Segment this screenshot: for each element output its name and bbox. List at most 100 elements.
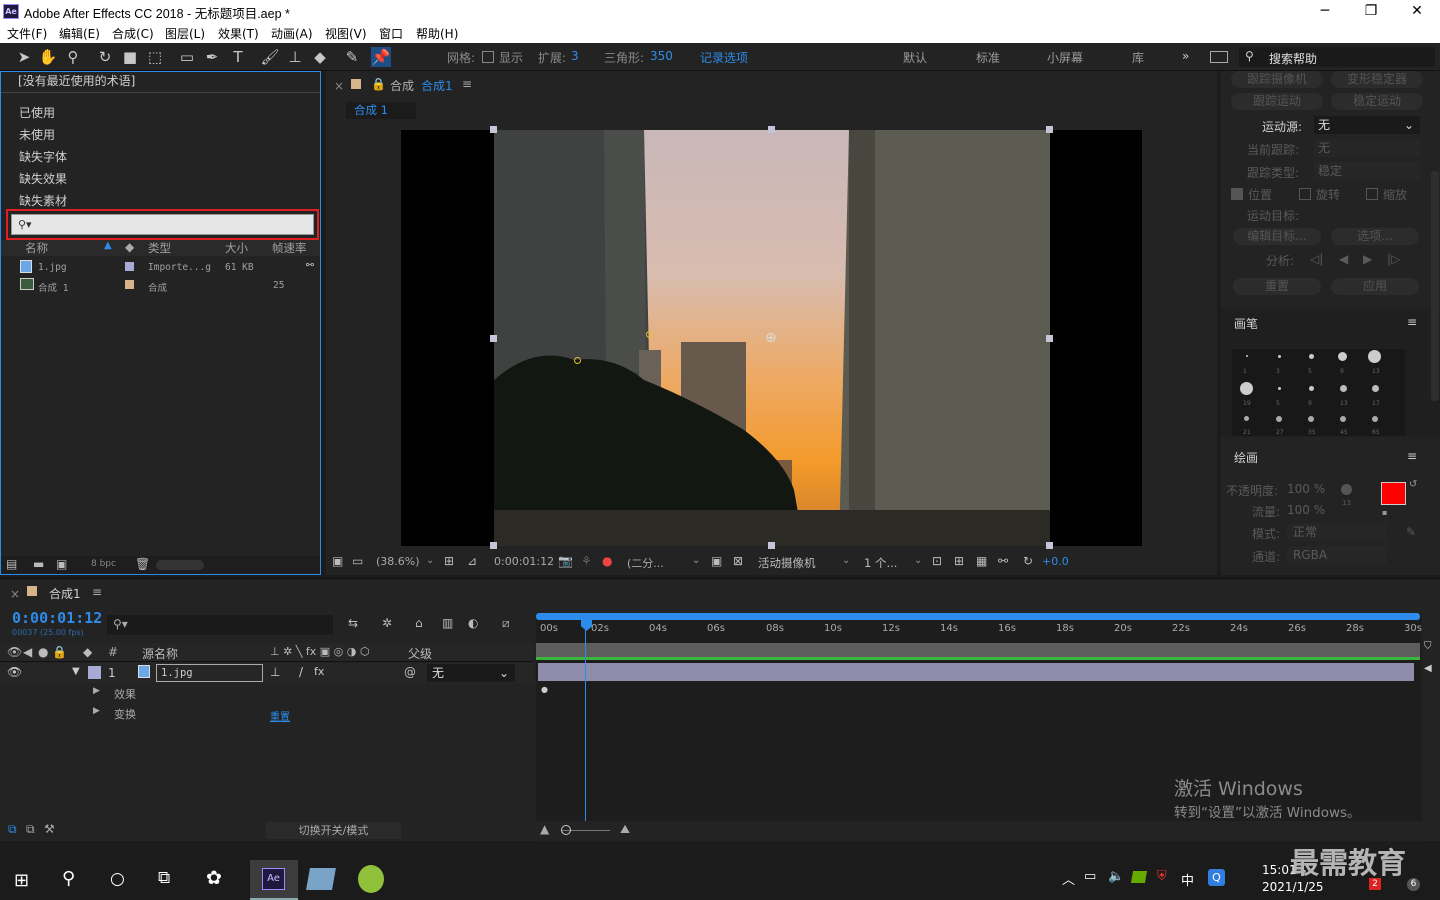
brush-tip[interactable] <box>1372 385 1379 392</box>
monitor-icon[interactable]: ▭ <box>352 554 363 568</box>
brush-tip[interactable] <box>1278 355 1281 358</box>
network-icon[interactable]: ▭ <box>1084 869 1096 884</box>
transform-handle[interactable] <box>1046 335 1053 342</box>
column-size[interactable]: 大小 <box>225 240 248 256</box>
reset-button[interactable]: 重置 <box>1233 278 1321 295</box>
workspace-sync-icon[interactable] <box>1210 51 1228 63</box>
interpret-footage-icon[interactable]: ▤ <box>6 557 17 571</box>
expand-twirl-icon[interactable]: ▶ <box>93 706 100 716</box>
timeline-tab-title[interactable]: 合成1 <box>49 585 81 602</box>
video-switch-icon[interactable]: 👁 <box>7 645 22 659</box>
brush-tip[interactable] <box>1340 385 1347 392</box>
selection-tool-icon[interactable]: ➤ <box>14 47 34 67</box>
region-of-interest-icon[interactable]: ▣ <box>711 554 722 568</box>
toggle-switches-modes-button[interactable]: 切换开关/模式 <box>266 822 401 839</box>
record-options-link[interactable]: 记录选项 <box>700 49 748 66</box>
project-search-input[interactable]: ⚲▾ <box>11 214 314 235</box>
zoom-in-icon[interactable]: ⛰ <box>620 822 630 837</box>
expand-twirl-icon[interactable]: ▼ <box>72 666 80 677</box>
layer-name[interactable]: 1.jpg <box>156 664 263 682</box>
time-ruler[interactable]: 00s 02s 04s 06s 08s 10s 12s 14s 16s 18s … <box>536 621 1422 643</box>
rotation-checkbox[interactable] <box>1299 188 1311 200</box>
file-app-icon[interactable] <box>306 868 336 890</box>
edit-target-button[interactable]: 编辑目标... <box>1233 228 1321 245</box>
close-button[interactable]: ✕ <box>1394 0 1440 23</box>
show-hidden-icons[interactable]: ︿ <box>1062 869 1075 888</box>
channel-select[interactable]: RGBA <box>1287 546 1387 564</box>
quality-switch-icon[interactable]: / <box>299 665 303 679</box>
viewer-tab-comp[interactable]: 合成1 <box>421 77 453 94</box>
solo-icon[interactable]: ● <box>38 645 48 659</box>
thumbnail-slider[interactable] <box>156 560 204 570</box>
pan-behind-tool-icon[interactable]: ⬚ <box>145 47 165 67</box>
camera-tool-icon[interactable]: ■ <box>120 47 140 67</box>
audio-switch-icon[interactable]: ◀ <box>23 645 32 659</box>
project-row[interactable]: 1.jpg Importe...g 61 KB ⚯ <box>1 259 320 277</box>
draft-3d-icon[interactable]: ✲ <box>382 616 392 630</box>
brush-tip[interactable] <box>1240 382 1253 395</box>
filter-missing-effects[interactable]: 缺失效果 <box>19 170 67 187</box>
layer-end-marker-icon[interactable]: ◀ <box>1424 663 1432 674</box>
layer-switches-icon[interactable]: ⧉ <box>8 822 17 837</box>
layer-duration-bar[interactable] <box>538 663 1414 681</box>
default-colors-icon[interactable]: ▪ <box>1382 508 1387 517</box>
transparency-grid-icon[interactable]: ⊠ <box>733 554 743 568</box>
browser-app-icon[interactable] <box>358 865 384 893</box>
timeline-current-time[interactable]: 0:00:01:12 <box>12 609 102 627</box>
roto-brush-tool-icon[interactable]: ✎ <box>342 47 362 67</box>
label-color-swatch[interactable] <box>125 280 134 289</box>
safe-margins-icon[interactable]: ⊞ <box>444 554 454 568</box>
transform-handle[interactable] <box>490 542 497 549</box>
bit-depth-button[interactable]: 8 bpc <box>91 559 116 569</box>
expand-value[interactable]: 3 <box>571 49 579 63</box>
effects-row[interactable]: ▶ 效果 <box>0 683 533 703</box>
options-button[interactable]: 选项... <box>1331 228 1419 245</box>
close-tab-icon[interactable]: × <box>10 587 20 601</box>
transform-reset-link[interactable]: 重置 <box>270 708 290 723</box>
menu-composition[interactable]: 合成(C) <box>112 25 154 42</box>
track-camera-button[interactable]: 跟踪摄像机 <box>1231 71 1323 88</box>
frame-blending-icon[interactable]: ▥ <box>442 616 453 630</box>
show-snapshot-icon[interactable]: ⚘ <box>581 554 592 568</box>
fast-previews-icon[interactable]: ⊞ <box>954 554 964 568</box>
brush-tip[interactable] <box>1368 350 1381 363</box>
expand-twirl-icon[interactable]: ▶ <box>93 686 100 696</box>
filter-unused[interactable]: 未使用 <box>19 126 55 143</box>
lock-icon[interactable]: 🔒 <box>52 645 67 659</box>
zoom-slider-thumb[interactable] <box>561 825 571 835</box>
column-name[interactable]: 名称 <box>25 240 48 256</box>
opacity-value[interactable]: 100 % <box>1287 482 1325 496</box>
qq-icon[interactable]: Q <box>1208 869 1225 886</box>
layer-label-swatch[interactable] <box>88 666 101 679</box>
comp-mini-flowchart-icon[interactable]: ⇆ <box>348 616 358 630</box>
analyze-forward-frame-icon[interactable]: |▷ <box>1387 252 1400 266</box>
transform-handle[interactable] <box>768 542 775 549</box>
snapshot-icon[interactable]: 📷 <box>558 554 573 568</box>
track-motion-button[interactable]: 跟踪运动 <box>1231 93 1323 110</box>
transform-handle[interactable] <box>1046 542 1053 549</box>
menu-animation[interactable]: 动画(A) <box>271 25 313 42</box>
brush-grid[interactable]: 1 3 5 9 13 19 5 9 13 17 21 27 35 45 65 <box>1232 349 1405 436</box>
panel-menu-icon[interactable]: ≡ <box>1407 449 1417 463</box>
views-dropdown[interactable]: 1 个... <box>864 555 897 571</box>
motion-blur-icon[interactable]: ◐ <box>468 616 478 630</box>
zoom-out-icon[interactable]: ▲ <box>540 822 549 836</box>
workspace-library[interactable]: 库 <box>1132 49 1144 66</box>
warp-stabilizer-button[interactable]: 变形稳定器 <box>1331 71 1423 88</box>
resolution-dropdown[interactable]: (二分... <box>627 555 664 571</box>
current-time-indicator[interactable] <box>585 630 586 841</box>
grid-show-checkbox[interactable] <box>482 51 494 63</box>
menu-edit[interactable]: 编辑(E) <box>59 25 100 42</box>
scale-checkbox[interactable] <box>1366 188 1378 200</box>
analyze-forward-icon[interactable]: ▶ <box>1363 252 1372 266</box>
column-type[interactable]: 类型 <box>148 240 171 256</box>
clone-stamp-tool-icon[interactable]: ⊥ <box>285 47 305 67</box>
close-tab-icon[interactable]: × <box>334 79 344 93</box>
new-folder-icon[interactable]: ▬ <box>33 557 44 571</box>
swap-colors-icon[interactable]: ↺ <box>1409 479 1417 490</box>
comp-end-marker-icon[interactable]: ⛉ <box>1424 641 1432 652</box>
rotate-tool-icon[interactable]: ↻ <box>95 47 115 67</box>
trash-icon[interactable]: 🗑 <box>135 557 150 571</box>
column-fps[interactable]: 帧速率 <box>272 240 307 256</box>
filter-missing-fonts[interactable]: 缺失字体 <box>19 148 67 165</box>
